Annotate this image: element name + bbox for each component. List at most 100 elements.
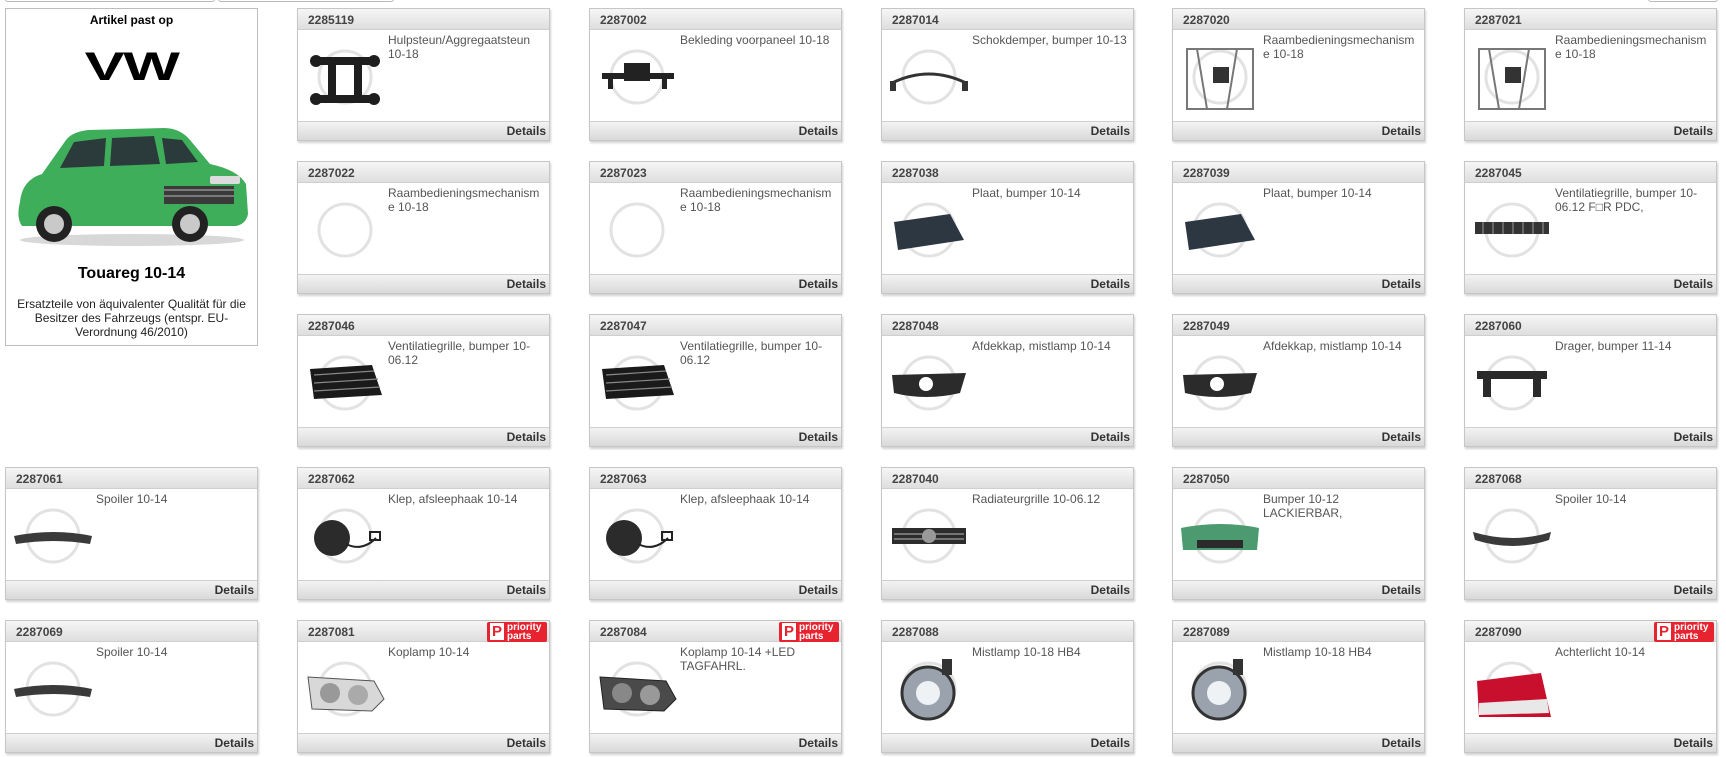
- details-link[interactable]: Details: [799, 277, 838, 291]
- part-name: Ventilatiegrille, bumper 10-06.12: [388, 339, 531, 367]
- details-link[interactable]: Details: [215, 583, 254, 597]
- tow-cap-image[interactable]: [302, 494, 388, 574]
- details-link[interactable]: Details: [799, 583, 838, 597]
- product-card[interactable]: 2287089 Mistlamp 10-18 HB4 Details: [1172, 620, 1425, 753]
- fog-lamp-image[interactable]: [886, 647, 972, 727]
- details-link[interactable]: Details: [1382, 124, 1421, 138]
- details-link[interactable]: Details: [1091, 583, 1130, 597]
- details-link[interactable]: Details: [1674, 124, 1713, 138]
- details-link[interactable]: Details: [799, 430, 838, 444]
- details-link[interactable]: Details: [507, 430, 546, 444]
- filter-input-2[interactable]: [218, 0, 394, 2]
- fog-lamp-image[interactable]: [1177, 647, 1263, 727]
- product-card[interactable]: 2287047 Ventilatiegrille, bumper 10-06.12…: [589, 314, 842, 447]
- details-link[interactable]: Details: [507, 124, 546, 138]
- subframe-image[interactable]: [302, 35, 388, 115]
- panel-bracket-image[interactable]: [594, 35, 680, 115]
- product-card[interactable]: 2287045 Ventilatiegrille, bumper 10-06.12…: [1464, 161, 1717, 294]
- model-description: Ersatzteile von äquivalenter Qualität fü…: [17, 297, 246, 339]
- part-number: 2287068: [1475, 472, 1522, 486]
- headlamp-image[interactable]: [302, 647, 388, 727]
- details-link[interactable]: Details: [507, 736, 546, 750]
- part-number: 2287022: [308, 166, 355, 180]
- spoiler-image[interactable]: [10, 647, 96, 727]
- spoiler-long-image[interactable]: [1469, 494, 1555, 574]
- window-regulator-image[interactable]: [1469, 35, 1555, 115]
- details-link[interactable]: Details: [799, 736, 838, 750]
- placeholder-image[interactable]: [594, 188, 680, 268]
- vent-grille-image[interactable]: [302, 341, 388, 421]
- product-card[interactable]: 2287049 Afdekkap, mistlamp 10-14 Details: [1172, 314, 1425, 447]
- details-link[interactable]: Details: [1674, 736, 1713, 750]
- product-card[interactable]: 2287050 Bumper 10-12 LACKIERBAR, Details: [1172, 467, 1425, 600]
- product-card[interactable]: 2287061 Spoiler 10-14 Details: [5, 467, 258, 600]
- card-header: 2287089: [1173, 621, 1424, 642]
- product-card[interactable]: 2287002 Bekleding voorpaneel 10-18 Details: [589, 8, 842, 141]
- bumper-image[interactable]: [1177, 494, 1263, 574]
- product-card[interactable]: 2287084 Ppriority parts Koplamp 10-14 +LED …: [589, 620, 842, 753]
- spoiler-image[interactable]: [10, 494, 96, 574]
- tow-cap-image[interactable]: [594, 494, 680, 574]
- priority-line2: parts: [799, 631, 824, 642]
- part-number: 2287049: [1183, 319, 1230, 333]
- details-link[interactable]: Details: [507, 583, 546, 597]
- details-link[interactable]: Details: [1674, 583, 1713, 597]
- product-card[interactable]: 2287021 Raambedieningsmechanisme 10-18 Det…: [1464, 8, 1717, 141]
- product-card[interactable]: 2287022 Raambedieningsmechanisme 10-18 Det…: [297, 161, 550, 294]
- plate-image[interactable]: [886, 188, 972, 268]
- absorber-image[interactable]: [886, 35, 972, 115]
- details-link[interactable]: Details: [1091, 430, 1130, 444]
- product-card[interactable]: 2287023 Raambedieningsmechanisme 10-18 Det…: [589, 161, 842, 294]
- details-link[interactable]: Details: [1674, 430, 1713, 444]
- priority-line2: parts: [507, 631, 532, 642]
- product-card[interactable]: 2287062 Klep, afsleephaak 10-14 Details: [297, 467, 550, 600]
- details-link[interactable]: Details: [1091, 124, 1130, 138]
- window-regulator-image[interactable]: [1177, 35, 1263, 115]
- details-link[interactable]: Details: [1382, 430, 1421, 444]
- details-link[interactable]: Details: [1382, 736, 1421, 750]
- card-footer: Details: [882, 121, 1133, 140]
- details-link[interactable]: Details: [1382, 583, 1421, 597]
- details-link[interactable]: Details: [215, 736, 254, 750]
- part-name: Spoiler 10-14: [96, 645, 168, 659]
- product-card[interactable]: 2287038 Plaat, bumper 10-14 Details: [881, 161, 1134, 294]
- fog-cover-image[interactable]: [886, 341, 972, 421]
- details-link[interactable]: Details: [1091, 736, 1130, 750]
- product-card[interactable]: 2287063 Klep, afsleephaak 10-14 Details: [589, 467, 842, 600]
- product-card[interactable]: 2287014 Schokdemper, bumper 10-13 Details: [881, 8, 1134, 141]
- filter-input-3[interactable]: [1648, 0, 1718, 2]
- part-number: 2287046: [308, 319, 355, 333]
- product-card[interactable]: 2287040 Radiateurgrille 10-06.12 Details: [881, 467, 1134, 600]
- details-link[interactable]: Details: [1091, 277, 1130, 291]
- product-card[interactable]: 2287046 Ventilatiegrille, bumper 10-06.12…: [297, 314, 550, 447]
- part-name: Bekleding voorpaneel 10-18: [680, 33, 830, 47]
- product-card[interactable]: 2287039 Plaat, bumper 10-14 Details: [1172, 161, 1425, 294]
- product-card[interactable]: 2287060 Drager, bumper 11-14 Details: [1464, 314, 1717, 447]
- filter-input-1[interactable]: [5, 0, 215, 2]
- grille-wide-image[interactable]: [1469, 188, 1555, 268]
- priority-parts-badge: Ppriority parts: [1654, 622, 1714, 642]
- card-header: 2287045: [1465, 162, 1716, 183]
- fog-cover-image[interactable]: [1177, 341, 1263, 421]
- details-link[interactable]: Details: [507, 277, 546, 291]
- radiator-grille-image[interactable]: [886, 494, 972, 574]
- details-link[interactable]: Details: [1674, 277, 1713, 291]
- card-header: 2287014: [882, 9, 1133, 30]
- details-link[interactable]: Details: [799, 124, 838, 138]
- carrier-image[interactable]: [1469, 341, 1555, 421]
- placeholder-image[interactable]: [302, 188, 388, 268]
- product-card[interactable]: 2287048 Afdekkap, mistlamp 10-14 Details: [881, 314, 1134, 447]
- product-card[interactable]: 2287020 Raambedieningsmechanisme 10-18 Det…: [1172, 8, 1425, 141]
- tail-light-image[interactable]: [1469, 647, 1555, 727]
- headlamp-dark-image[interactable]: [594, 647, 680, 727]
- plate-image[interactable]: [1177, 188, 1263, 268]
- product-card[interactable]: 2285119 Hulpsteun/Aggregaatsteun 10-18 Det…: [297, 8, 550, 141]
- vent-grille-image[interactable]: [594, 341, 680, 421]
- product-card[interactable]: 2287068 Spoiler 10-14 Details: [1464, 467, 1717, 600]
- card-header: 2287084 Ppriority parts: [590, 621, 841, 642]
- details-link[interactable]: Details: [1382, 277, 1421, 291]
- product-card[interactable]: 2287069 Spoiler 10-14 Details: [5, 620, 258, 753]
- product-card[interactable]: 2287081 Ppriority parts Koplamp 10-14 Detail…: [297, 620, 550, 753]
- product-card[interactable]: 2287088 Mistlamp 10-18 HB4 Details: [881, 620, 1134, 753]
- product-card[interactable]: 2287090 Ppriority parts Achterlicht 10-14 De…: [1464, 620, 1717, 753]
